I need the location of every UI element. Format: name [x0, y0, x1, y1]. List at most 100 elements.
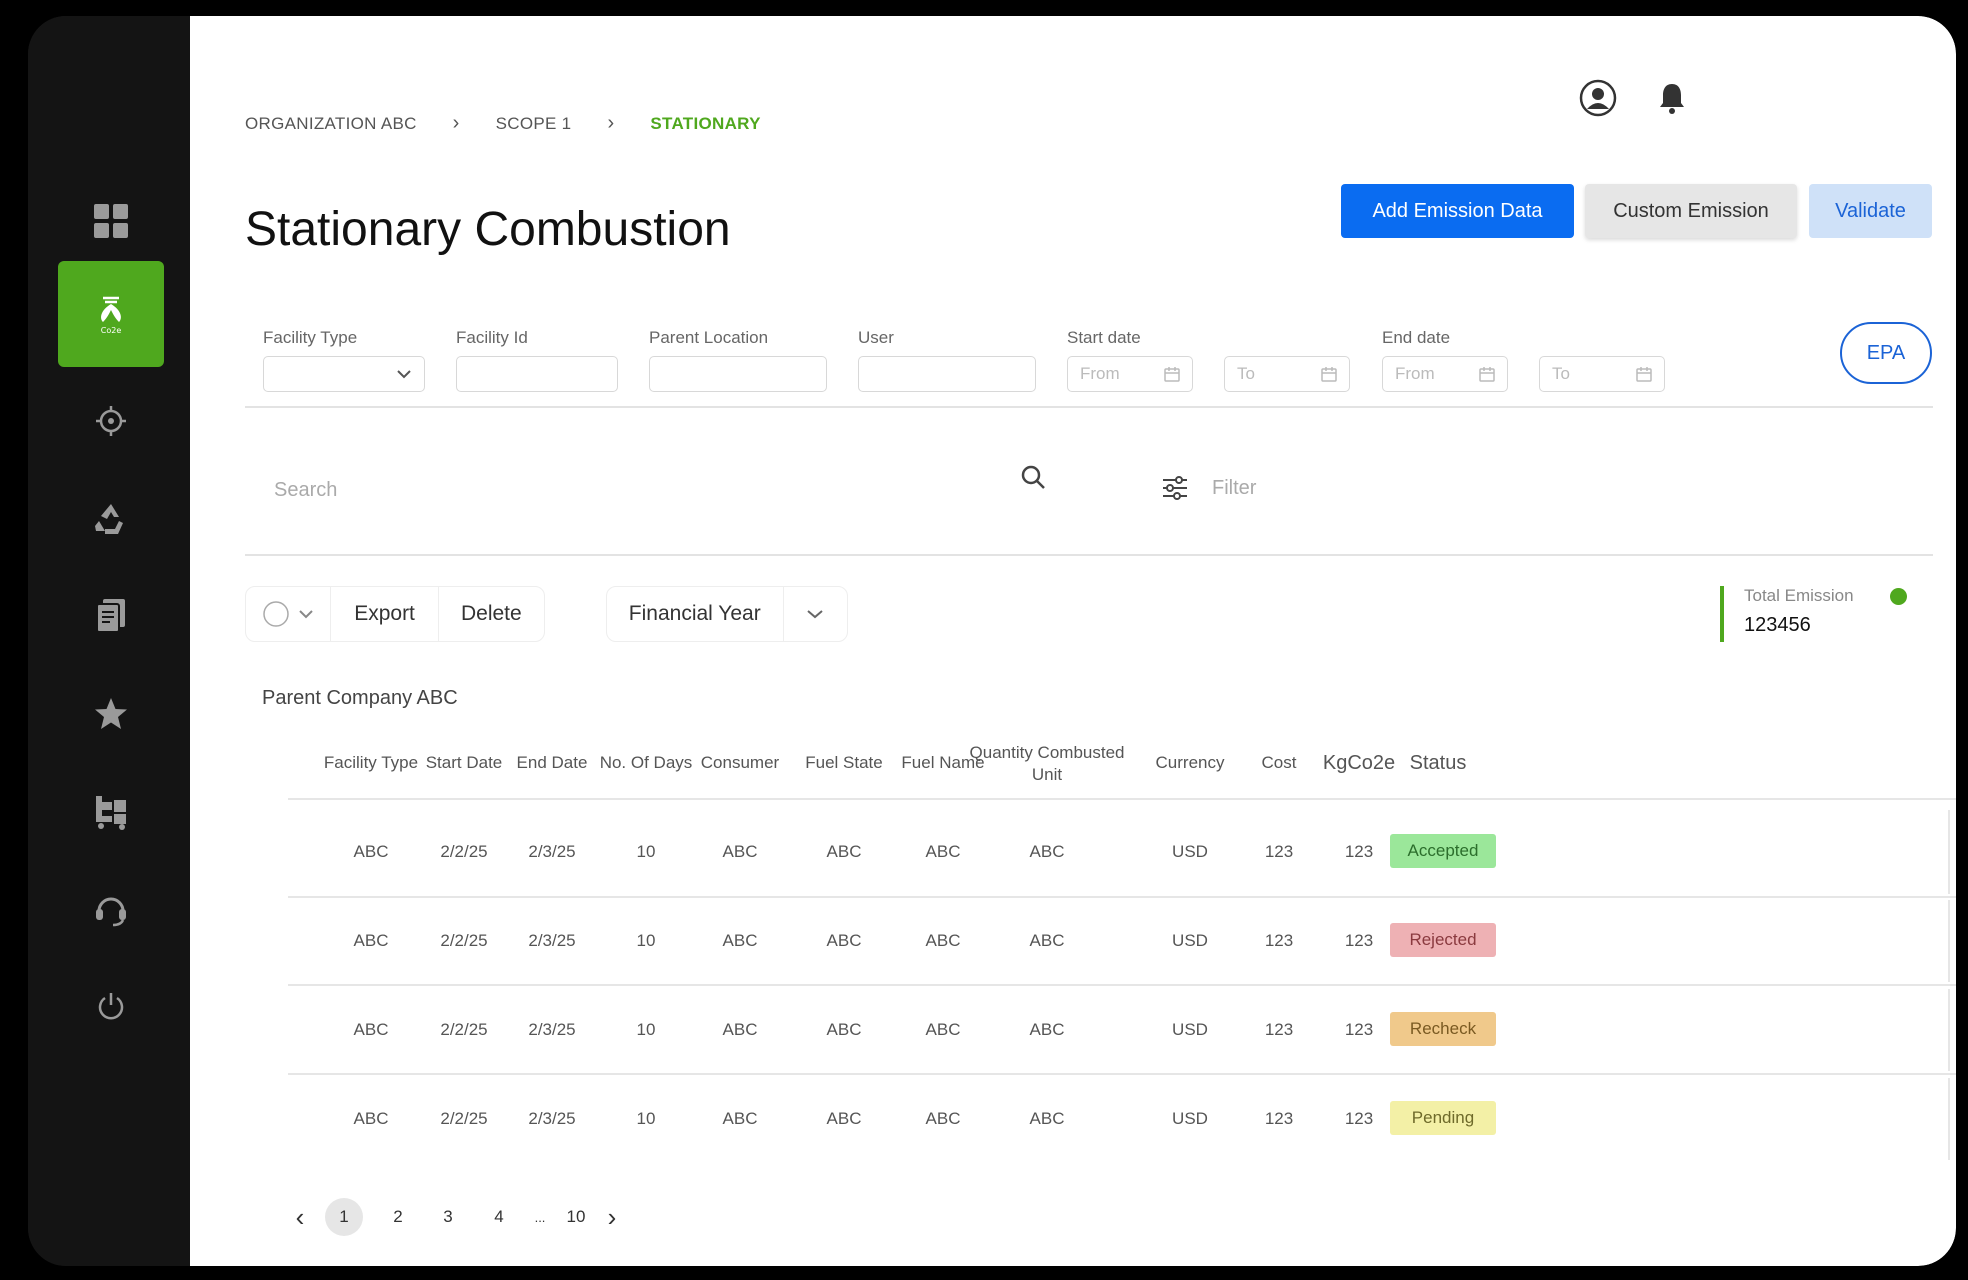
pagination-page[interactable]: 2 [379, 1198, 417, 1236]
breadcrumb: ORGANIZATION ABC › SCOPE 1 › STATIONARY [245, 112, 761, 135]
sidebar-item-logout[interactable] [58, 953, 164, 1059]
export-button[interactable]: Export [331, 587, 439, 641]
status-badge: Recheck [1390, 1012, 1496, 1046]
dashboard-grid-icon [94, 204, 128, 238]
row-divider [288, 984, 1956, 986]
cell-consumer: ABC [722, 842, 758, 861]
main-content: ORGANIZATION ABC › SCOPE 1 › STATIONARY … [190, 16, 1956, 1266]
column-header-fuel-state[interactable]: Fuel State [799, 752, 889, 774]
chevron-down-icon [299, 610, 313, 619]
co2e-icon-label: Co2e [101, 326, 122, 335]
column-header-quantity-combusted-unit[interactable]: Quantity Combusted Unit [962, 742, 1132, 786]
column-header-kgco2e[interactable]: KgCo2e [1310, 752, 1408, 774]
sidebar-item-dashboard[interactable] [58, 168, 164, 274]
cell-end-date: 2/3/25 [528, 931, 576, 950]
status-badge: Pending [1390, 1101, 1496, 1135]
column-header-cost[interactable]: Cost [1243, 752, 1315, 774]
column-header-currency[interactable]: Currency [1144, 752, 1236, 774]
pagination-page[interactable]: 3 [429, 1198, 467, 1236]
cell-facility-type: ABC [353, 1109, 389, 1128]
cell-fuel-state: ABC [826, 842, 862, 861]
user-profile-icon[interactable] [1578, 78, 1618, 118]
period-select[interactable]: Financial Year [606, 586, 848, 642]
sidebar-item-favorites[interactable] [58, 661, 164, 767]
user-input[interactable] [858, 356, 1036, 392]
facility-type-select[interactable] [263, 356, 425, 392]
filter-sliders-icon[interactable] [1162, 476, 1188, 505]
cell-end-date: 2/3/25 [528, 1020, 576, 1039]
filter-button[interactable]: Filter [1212, 477, 1256, 500]
pagination-prev-button[interactable]: ‹ [290, 1198, 310, 1236]
end-date-from-input[interactable]: From [1382, 356, 1508, 392]
column-divider [1948, 900, 1950, 982]
pagination-page[interactable]: 1 [325, 1198, 363, 1236]
start-date-from-placeholder: From [1080, 364, 1120, 383]
search-input[interactable]: Search [274, 479, 337, 502]
facility-id-label: Facility Id [456, 328, 528, 347]
sidebar-item-co2e[interactable]: Co2e [58, 261, 164, 367]
chevron-down-icon [807, 610, 823, 619]
cell-no-of-days: 10 [636, 842, 656, 861]
cell-fuel-state: ABC [826, 931, 862, 950]
divider [245, 554, 1933, 556]
row-divider [288, 896, 1956, 898]
select-all-dropdown[interactable] [246, 587, 332, 641]
power-icon [98, 993, 124, 1020]
cell-currency: USD [1172, 842, 1208, 861]
column-header-facility-type[interactable]: Facility Type [318, 752, 424, 774]
cell-consumer: ABC [722, 1109, 758, 1128]
column-divider [1948, 810, 1950, 894]
cell-consumer: ABC [722, 931, 758, 950]
status-badge: Rejected [1390, 923, 1496, 957]
documents-icon [96, 599, 125, 633]
column-header-no-of-days[interactable]: No. Of Days [592, 752, 700, 774]
cell-no-of-days: 10 [636, 1020, 656, 1039]
chevron-right-icon: › [452, 112, 460, 134]
pagination-page[interactable]: 4 [480, 1198, 518, 1236]
status-dot-icon [1890, 588, 1907, 605]
cell-currency: USD [1172, 1109, 1208, 1128]
end-date-from-placeholder: From [1395, 364, 1435, 383]
column-header-end-date[interactable]: End Date [507, 752, 597, 774]
column-divider [1948, 1078, 1950, 1160]
start-date-from-input[interactable]: From [1067, 356, 1193, 392]
cell-cost: 123 [1264, 1020, 1294, 1039]
add-emission-data-button[interactable]: Add Emission Data [1341, 184, 1574, 238]
calendar-icon [1164, 367, 1180, 382]
facility-id-input[interactable] [456, 356, 618, 392]
delete-button[interactable]: Delete [439, 587, 544, 641]
cell-quantity-combusted-unit: ABC [1029, 842, 1065, 861]
column-header-consumer[interactable]: Consumer [692, 752, 788, 774]
end-date-to-placeholder: To [1552, 364, 1570, 383]
sidebar-item-documents[interactable] [58, 563, 164, 669]
sidebar-item-target[interactable] [58, 368, 164, 474]
calendar-icon [1321, 367, 1337, 382]
breadcrumb-item-scope[interactable]: SCOPE 1 [496, 114, 572, 134]
sidebar-item-recycle[interactable] [58, 466, 164, 572]
search-icon[interactable] [1020, 464, 1050, 494]
pagination-next-button[interactable]: › [602, 1198, 622, 1236]
breadcrumb-item-current: STATIONARY [650, 113, 761, 133]
end-date-to-input[interactable]: To [1539, 356, 1665, 392]
cell-end-date: 2/3/25 [528, 1109, 576, 1128]
chevron-right-icon: › [607, 112, 615, 134]
custom-emission-button[interactable]: Custom Emission [1585, 184, 1797, 238]
breadcrumb-item-organization[interactable]: ORGANIZATION ABC [245, 114, 417, 134]
co2e-icon: Co2e [101, 296, 122, 335]
period-select-toggle[interactable] [784, 587, 847, 641]
notification-bell-icon[interactable] [1652, 78, 1692, 118]
row-divider [288, 1073, 1956, 1075]
epa-button[interactable]: EPA [1840, 322, 1932, 384]
cell-fuel-state: ABC [826, 1020, 862, 1039]
status-badge: Accepted [1390, 834, 1496, 868]
start-date-to-input[interactable]: To [1224, 356, 1350, 392]
sidebar-item-hierarchy[interactable] [58, 758, 164, 864]
parent-location-input[interactable] [649, 356, 827, 392]
pagination-page[interactable]: 10 [557, 1198, 595, 1236]
column-header-status[interactable]: Status [1395, 752, 1481, 774]
target-icon [96, 406, 126, 436]
user-label: User [858, 328, 894, 347]
column-header-start-date[interactable]: Start Date [416, 752, 512, 774]
sidebar-item-support[interactable] [58, 856, 164, 962]
validate-button[interactable]: Validate [1809, 184, 1932, 238]
